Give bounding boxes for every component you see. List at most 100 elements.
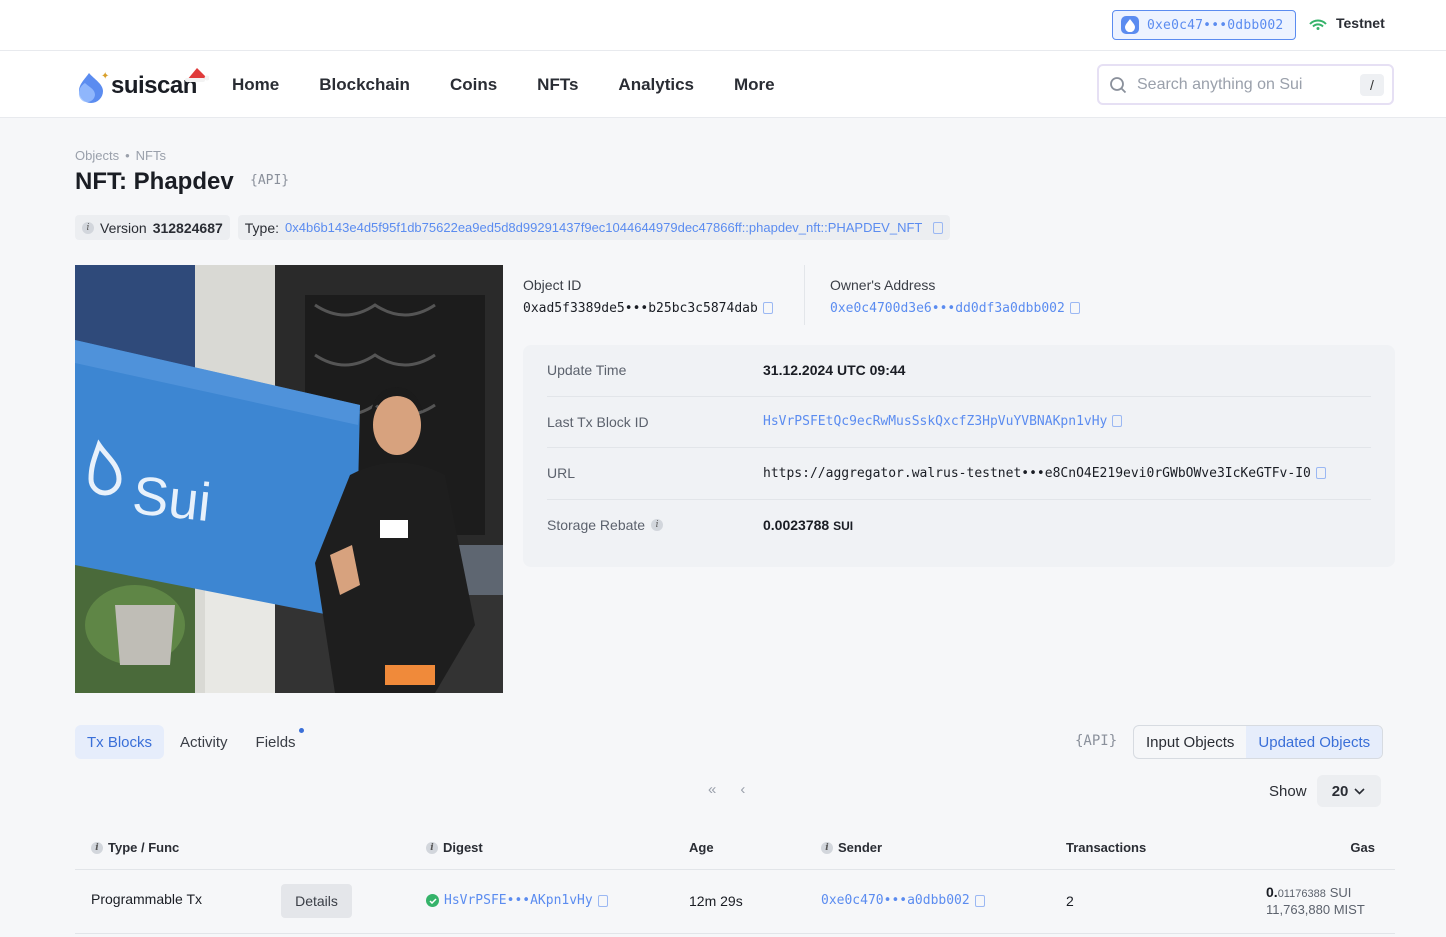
row-type: Programmable Tx [91, 891, 203, 907]
main-nav: ✦ suiscan Home Blockchain Coins NFTs Ana… [0, 51, 1446, 118]
owner-address-link[interactable]: 0xe0c4700d3e6•••dd0df3a0dbb002 [830, 301, 1065, 316]
rebate-unit: SUI [833, 519, 854, 534]
update-time-value: 31.12.2024 UTC 09:44 [763, 362, 906, 379]
nav-home[interactable]: Home [232, 75, 279, 95]
url-row: https://aggregator.walrus-testnet•••e8Cn… [763, 466, 1326, 481]
copy-icon[interactable] [933, 221, 944, 234]
version-value: 312824687 [152, 219, 223, 236]
owner-row: 0xe0c4700d3e6•••dd0df3a0dbb002 [830, 301, 1080, 316]
divider [804, 265, 805, 325]
owner-block: Owner's Address 0xe0c4700d3e6•••dd0df3a0… [830, 277, 1080, 316]
page-size-value: 20 [1331, 782, 1349, 800]
digest-link[interactable]: HsVrPSFE•••AKpn1vHy [444, 893, 593, 908]
api-link-table[interactable]: {API} [1075, 733, 1117, 749]
wallet-address: 0xe0c47•••0dbb002 [1147, 17, 1284, 33]
search-icon [1110, 76, 1127, 93]
row-digest: HsVrPSFE•••AKpn1vHy [426, 893, 608, 908]
gas-sui: 0.01176388 SUI [1266, 884, 1351, 900]
show-label: Show [1269, 782, 1307, 800]
th-transactions: Transactions [1066, 840, 1147, 855]
breadcrumb: Objects • NFTs [75, 148, 166, 163]
copy-icon[interactable] [1315, 466, 1326, 479]
search-input[interactable]: Search anything on Sui / [1097, 64, 1394, 105]
chevron-down-icon [1354, 787, 1365, 795]
first-page-button[interactable]: « [708, 781, 716, 798]
filter-updated-objects[interactable]: Updated Objects [1246, 726, 1383, 758]
gas-unit: SUI [1329, 885, 1352, 900]
breadcrumb-separator: • [125, 148, 130, 163]
version-chip: i Version 312824687 [75, 215, 230, 240]
api-link[interactable]: {API} [250, 173, 289, 188]
type-chip: Type: 0x4b6b143e4d5f95f1db75622ea9ed5d8d… [237, 215, 951, 240]
tab-tx-blocks[interactable]: Tx Blocks [75, 725, 165, 759]
object-filter-toggle: Input Objects Updated Objects [1133, 725, 1384, 759]
info-icon[interactable]: i [426, 841, 438, 854]
page-size: Show 20 [1269, 775, 1381, 807]
logo-icon: ✦ [78, 71, 109, 103]
info-icon[interactable]: i [91, 841, 103, 854]
owner-label: Owner's Address [830, 277, 936, 293]
suiscan-logo[interactable]: ✦ suiscan [75, 63, 210, 107]
row-gas: 0.01176388 SUI 11,763,880 MIST [1266, 884, 1365, 917]
th-type: i Type / Func [91, 840, 179, 855]
filter-input-objects[interactable]: Input Objects [1134, 726, 1246, 758]
nav-items: Home Blockchain Coins NFTs Analytics Mor… [232, 75, 815, 95]
gas-dec: 01176388 [1277, 888, 1326, 900]
table-row: Programmable Tx Details HsVrPSFE•••AKpn1… [75, 870, 1395, 934]
object-id-value: 0xad5f3389de5•••b25bc3c5874dab [523, 301, 758, 316]
type-label: Type: [244, 219, 280, 236]
th-sender: i Sender [821, 840, 882, 855]
row-transactions: 2 [1066, 893, 1074, 909]
last-tx-row: HsVrPSFEtQc9ecRwMusSskQxcfZ3HpVuYVBNAKpn… [763, 414, 1123, 429]
search-placeholder: Search anything on Sui [1137, 75, 1303, 93]
nav-nfts[interactable]: NFTs [537, 75, 578, 95]
logo-text: suiscan [111, 72, 197, 99]
breadcrumb-objects[interactable]: Objects [75, 148, 119, 163]
sender-link[interactable]: 0xe0c470•••a0dbb002 [821, 893, 970, 908]
tab-activity[interactable]: Activity [168, 725, 240, 759]
pagination: « ‹ [708, 781, 745, 798]
info-icon[interactable]: i [651, 519, 664, 532]
th-sender-label: Sender [838, 840, 883, 855]
tab-fields-label: Fields [255, 733, 296, 751]
object-id-label: Object ID [523, 277, 582, 293]
tab-fields[interactable]: Fields [244, 725, 308, 759]
copy-icon[interactable] [1112, 415, 1123, 428]
page-size-select[interactable]: 20 [1316, 775, 1381, 807]
copy-icon[interactable] [974, 894, 985, 907]
type-value-link[interactable]: 0x4b6b143e4d5f95f1db75622ea9ed5d8d992914… [285, 220, 922, 235]
nav-analytics[interactable]: Analytics [618, 75, 694, 95]
last-tx-link[interactable]: HsVrPSFEtQc9ecRwMusSskQxcfZ3HpVuYVBNAKpn… [763, 414, 1107, 429]
sui-drop-icon [1121, 16, 1139, 34]
nav-blockchain[interactable]: Blockchain [319, 75, 410, 95]
copy-icon[interactable] [597, 894, 608, 907]
row-age: 12m 29s [689, 893, 743, 909]
network-selector[interactable]: Testnet [1308, 15, 1385, 31]
object-id-block: Object ID 0xad5f3389de5•••b25bc3c5874dab [523, 277, 773, 316]
url-label: URL [547, 465, 576, 482]
network-label: Testnet [1336, 15, 1385, 31]
url-value[interactable]: https://aggregator.walrus-testnet•••e8Cn… [763, 466, 1311, 481]
table-header: i Type / Func i Digest Age i Sender Transac… [75, 832, 1395, 870]
th-digest: i Digest [426, 840, 483, 855]
update-time-label: Update Time [547, 362, 627, 379]
wallet-chip[interactable]: 0xe0c47•••0dbb002 [1112, 10, 1296, 40]
th-age[interactable]: Age [689, 840, 714, 855]
svg-text:✦: ✦ [101, 71, 109, 82]
info-icon[interactable]: i [821, 841, 833, 854]
copy-icon[interactable] [1069, 302, 1080, 314]
copy-icon[interactable] [762, 302, 773, 314]
detail-row-update-time: Update Time 31.12.2024 UTC 09:44 [547, 345, 1371, 397]
tab-bar: Tx Blocks Activity Fields [75, 725, 308, 759]
nav-more[interactable]: More [734, 75, 775, 95]
rebate-row: 0.0023788 SUI [763, 517, 853, 533]
rebate-label: Storage Rebate [547, 517, 646, 534]
nav-coins[interactable]: Coins [450, 75, 497, 95]
detail-card: Update Time 31.12.2024 UTC 09:44 Last Tx… [523, 345, 1395, 567]
details-button[interactable]: Details [281, 884, 352, 918]
detail-row-rebate: Storage Rebate i 0.0023788 SUI [547, 500, 1371, 552]
top-bar: 0xe0c47•••0dbb002 Testnet [0, 0, 1446, 51]
gas-mist: 11,763,880 MIST [1266, 902, 1365, 917]
prev-page-button[interactable]: ‹ [740, 781, 745, 798]
breadcrumb-nfts[interactable]: NFTs [136, 148, 166, 163]
